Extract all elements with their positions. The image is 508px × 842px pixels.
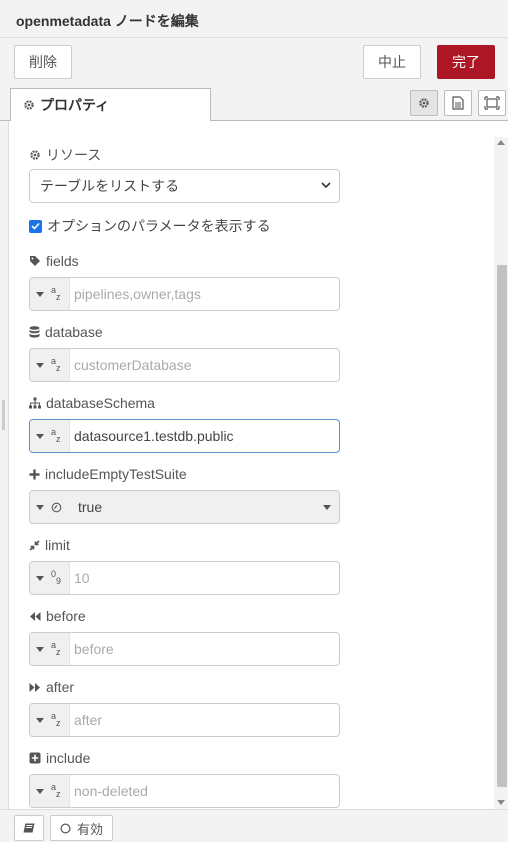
chevron-down-icon xyxy=(321,182,331,189)
include-input-placeholder: non-deleted xyxy=(74,783,148,799)
database-schema-input-value: datasource1.testdb.public xyxy=(74,428,234,444)
sitemap-icon xyxy=(29,397,41,409)
limit-input[interactable]: 09 10 xyxy=(29,561,340,595)
caret-down-icon xyxy=(36,291,44,297)
fields-input-placeholder: pipelines,owner,tags xyxy=(74,286,201,302)
type-select-button[interactable]: 09 xyxy=(30,562,70,594)
resize-handle[interactable] xyxy=(2,400,5,430)
check-icon xyxy=(31,222,40,230)
database-schema-label: databaseSchema xyxy=(29,395,155,411)
frame-icon xyxy=(484,96,500,110)
type-select-button[interactable]: az xyxy=(30,633,70,665)
optional-params-label: オプションのパラメータを表示する xyxy=(47,218,271,234)
include-label: include xyxy=(29,750,90,766)
tab-properties-label: プロパティ xyxy=(40,97,110,113)
tag-icon xyxy=(30,256,40,266)
enabled-toggle[interactable]: 有効 xyxy=(50,815,113,841)
window-title: openmetadata ノードを編集 xyxy=(0,0,508,38)
forward-icon xyxy=(29,682,40,692)
tab-appearance-button[interactable] xyxy=(478,90,506,116)
string-type-icon: az xyxy=(51,285,61,302)
caret-down-icon xyxy=(36,504,44,510)
include-empty-test-suite-select[interactable]: true xyxy=(29,490,340,524)
database-input-placeholder: customerDatabase xyxy=(74,357,192,373)
backward-icon xyxy=(30,611,41,621)
type-select-button[interactable]: az xyxy=(30,420,70,452)
string-type-icon: az xyxy=(51,427,61,444)
type-select-button[interactable]: az xyxy=(30,704,70,736)
document-icon xyxy=(452,96,464,110)
type-select-button[interactable]: az xyxy=(30,349,70,381)
type-select-button[interactable]: az xyxy=(30,775,70,807)
plus-square-icon xyxy=(29,752,41,764)
book-icon xyxy=(23,823,35,832)
include-input[interactable]: az non-deleted xyxy=(29,774,340,808)
scrollbar-thumb[interactable] xyxy=(497,265,507,787)
done-button[interactable]: 完了 xyxy=(437,45,495,79)
action-bar: 削除 中止 完了 xyxy=(0,39,508,84)
optional-params-checkbox[interactable] xyxy=(29,219,42,233)
type-select-button[interactable]: az xyxy=(30,278,70,310)
resource-label: リソース xyxy=(29,145,101,165)
gear-icon xyxy=(419,98,429,108)
compress-icon xyxy=(29,539,40,551)
after-label: after xyxy=(29,679,74,695)
scrollbar[interactable] xyxy=(494,137,508,809)
scroll-down-arrow-icon[interactable] xyxy=(497,800,505,805)
caret-down-icon xyxy=(36,362,44,368)
tab-properties[interactable]: プロパティ xyxy=(10,88,211,122)
include-empty-test-suite-label: includeEmptyTestSuite xyxy=(29,466,187,482)
fields-label: fields xyxy=(29,253,79,269)
string-type-icon: az xyxy=(51,640,61,657)
cancel-button[interactable]: 中止 xyxy=(363,45,421,79)
gear-icon xyxy=(30,150,40,160)
caret-down-icon xyxy=(36,717,44,723)
database-input[interactable]: az customerDatabase xyxy=(29,348,340,382)
tab-bar: プロパティ xyxy=(0,84,508,122)
plus-icon xyxy=(29,469,40,479)
number-type-icon: 09 xyxy=(51,569,62,586)
before-input-placeholder: before xyxy=(74,641,114,657)
caret-down-icon xyxy=(36,575,44,581)
database-schema-input[interactable]: az datasource1.testdb.public xyxy=(29,419,340,453)
string-type-icon: az xyxy=(51,356,61,373)
string-type-icon: az xyxy=(51,782,61,799)
caret-down-icon xyxy=(36,433,44,439)
circle-icon xyxy=(60,822,71,834)
scroll-up-arrow-icon[interactable] xyxy=(497,140,505,145)
boolean-type-icon xyxy=(51,502,62,512)
database-icon xyxy=(29,326,40,338)
before-input[interactable]: az before xyxy=(29,632,340,666)
after-input-placeholder: after xyxy=(74,712,103,728)
after-input[interactable]: az after xyxy=(29,703,340,737)
tab-settings-button[interactable] xyxy=(410,90,438,116)
string-type-icon: az xyxy=(51,711,61,728)
include-empty-test-suite-value: true xyxy=(78,499,103,515)
enabled-label: 有効 xyxy=(76,821,103,837)
limit-input-placeholder: 10 xyxy=(74,570,90,586)
resource-select[interactable]: テーブルをリストする xyxy=(29,169,340,203)
footer: 有効 xyxy=(0,809,508,842)
properties-panel: リソース テーブルをリストする オプションのパラメータを表示する fields … xyxy=(8,121,508,809)
caret-down-icon xyxy=(36,646,44,652)
before-label: before xyxy=(29,608,86,624)
delete-button[interactable]: 削除 xyxy=(14,45,72,79)
node-help-button[interactable] xyxy=(14,815,44,841)
fields-input[interactable]: az pipelines,owner,tags xyxy=(29,277,340,311)
caret-down-icon xyxy=(323,505,331,510)
tab-description-button[interactable] xyxy=(444,90,472,116)
limit-label: limit xyxy=(29,537,70,553)
database-label: database xyxy=(29,324,103,340)
type-select-button[interactable] xyxy=(30,491,70,523)
gear-icon xyxy=(24,100,34,110)
caret-down-icon xyxy=(36,788,44,794)
optional-params-row[interactable]: オプションのパラメータを表示する xyxy=(29,216,271,236)
